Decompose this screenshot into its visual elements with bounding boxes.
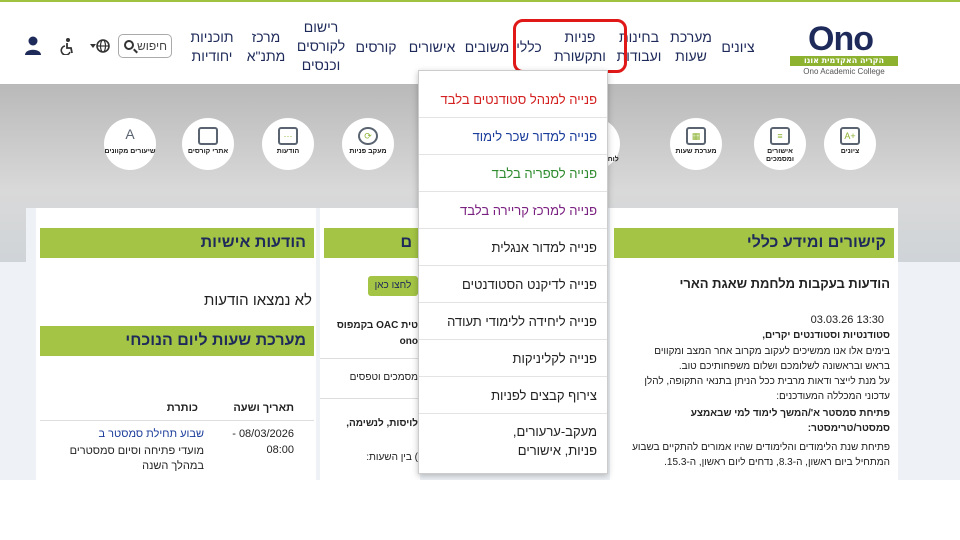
- tile-messages[interactable]: ··· הודעות: [262, 118, 314, 170]
- messages-icon: ···: [278, 127, 298, 145]
- grades-icon: A+: [840, 127, 860, 145]
- nav-grades[interactable]: ציונים: [718, 38, 758, 57]
- screenshot: Ono הקריה האקדמית אונו Ono Academic Coll…: [0, 0, 960, 480]
- tile-course-sites[interactable]: אתרי קורסים: [182, 118, 234, 170]
- logo-wordmark: Ono: [808, 20, 874, 58]
- no-messages-text: לא נמצאו הודעות: [203, 292, 312, 309]
- menu-item-label: צירוף קבצים לפניות: [491, 388, 597, 403]
- menu-item-label: פנייה ליחידה ללימודי תעודה: [447, 314, 597, 329]
- tile-schedule[interactable]: ▦ מערכת שעות: [670, 118, 722, 170]
- menu-item-label: מעקב-ערעורים, פניות, אישורים: [512, 424, 597, 458]
- menu-item-clinics[interactable]: פנייה לקליניקות: [419, 340, 607, 377]
- tile-label: הודעות: [276, 148, 300, 155]
- tile-online-lessons[interactable]: A שיעורים מקוונים: [104, 118, 156, 170]
- menu-item-english[interactable]: פנייה למדור אנגלית: [419, 229, 607, 266]
- schedule-item-desc: מועדי פתיחה וסיום סמסטרים במהלך השנה: [69, 445, 204, 472]
- globe-icon[interactable]: [88, 38, 110, 54]
- logo-hebrew: הקריה האקדמית אונו: [790, 56, 898, 66]
- logo-english: Ono Academic College: [803, 67, 885, 76]
- links-body-1: בימים אלו אנו ממשיכים לעקוב מקרוב אחר המ…: [654, 346, 890, 357]
- search-placeholder: חיפוש: [137, 39, 167, 53]
- search-box[interactable]: חיפוש: [118, 34, 172, 58]
- nav-approvals[interactable]: אישורים: [404, 38, 460, 57]
- menu-item-label: פנייה לדיקנט הסטודנטים: [462, 277, 597, 292]
- folder-icon: [198, 127, 218, 145]
- menu-item-attach-files[interactable]: צירוף קבצים לפניות: [419, 377, 607, 414]
- nav-courses[interactable]: קורסים: [350, 38, 402, 57]
- menu-item-label: פנייה לקליניקות: [512, 351, 598, 366]
- divider: [40, 420, 314, 421]
- links-title: קישורים ומידע כללי: [614, 228, 894, 258]
- menu-item-label: פנייה למדור שכר לימוד: [472, 129, 597, 144]
- calendar-icon: ▦: [686, 127, 706, 145]
- schedule-title: מערכת שעות ליום הנוכחי: [40, 326, 314, 356]
- divider: [320, 358, 420, 359]
- tracking-icon: ⟳: [358, 127, 378, 145]
- tile-label: אישורים ומסמכים: [766, 148, 794, 163]
- menu-item-career[interactable]: פנייה למרכז קריירה בלבד: [419, 192, 607, 229]
- divider: [320, 398, 420, 399]
- menu-item-tuition[interactable]: פנייה למדור שכר לימוד: [419, 118, 607, 155]
- menu-item-label: פנייה לספריה בלבד: [491, 166, 597, 181]
- menu-item-label: פנייה למדור אנגלית: [491, 240, 597, 255]
- ono-logo[interactable]: Ono הקריה האקדמית אונו Ono Academic Coll…: [790, 22, 898, 76]
- tile-label: מערכת שעות: [675, 148, 717, 155]
- tile-documents[interactable]: ≡ אישורים ומסמכים: [754, 118, 806, 170]
- accessibility-icon[interactable]: [58, 37, 76, 56]
- nav-matna-center[interactable]: מרכז מתנ"א: [240, 28, 292, 66]
- middle-line-5: ) בין השעות:: [366, 452, 418, 463]
- menu-item-certificate[interactable]: פנייה ליחידה ללימודי תעודה: [419, 303, 607, 340]
- links-body-3: על מנת לייצר ודאות מרבית ככל הניתן בתנאי…: [644, 376, 890, 387]
- documents-icon: ≡: [770, 127, 790, 145]
- links-timestamp: 13:30 03.03.26: [810, 314, 884, 326]
- links-body-2: בראש ובראשונה לשלומכם ושלום משפחותיכם טו…: [678, 361, 890, 372]
- nav-schedule[interactable]: מערכת שעות: [666, 28, 716, 66]
- nav-special-programs[interactable]: תוכניות יחודיות: [186, 28, 238, 66]
- menu-item-library[interactable]: פנייה לספריה בלבד: [419, 155, 607, 192]
- online-lessons-icon: A: [125, 126, 135, 142]
- requests-dropdown-menu: פנייה למנהל סטודנטים בלבד פנייה למדור שכ…: [418, 70, 608, 474]
- tile-label: ציונים: [840, 148, 860, 155]
- schedule-item-link[interactable]: שבוע תחילת סמסטר ב: [99, 428, 204, 440]
- click-here-button[interactable]: לחצו כאן: [368, 276, 418, 296]
- links-body-5: פתיחת שנת הלימודים והלימודים שהיו אמורים…: [632, 442, 890, 468]
- menu-item-label: פנייה למרכז קריירה בלבד: [460, 203, 597, 218]
- col-date: תאריך ושעה: [233, 402, 294, 414]
- nav-feedback[interactable]: משובים: [462, 38, 512, 57]
- middle-line-3[interactable]: מסמכים וטפסים: [350, 372, 418, 383]
- schedule-item-date: 08/03/2026 -: [232, 428, 294, 440]
- schedule-item-time: 08:00: [266, 444, 294, 456]
- personal-title: הודעות אישיות: [40, 228, 314, 258]
- col-title: כותרת: [166, 402, 198, 414]
- nav-registration[interactable]: רישום לקורסים וכנסים: [294, 18, 348, 75]
- middle-line-1: טית OAC בקמפוס: [336, 320, 418, 331]
- links-greeting: סטודנטיות וסטודנטים יקרים,: [762, 330, 890, 341]
- middle-title: ם: [324, 228, 420, 258]
- user-icon[interactable]: [24, 36, 42, 56]
- search-icon: [124, 40, 134, 50]
- tile-label: שיעורים מקוונים: [104, 148, 156, 155]
- menu-item-tracking[interactable]: מעקב-ערעורים, פניות, אישורים: [419, 414, 607, 472]
- links-panel: קישורים ומידע כללי הודעות בעקבות מלחמת ש…: [610, 208, 898, 480]
- highlight-box: [513, 19, 627, 73]
- links-body-4: עדכוני המכללה המעודכנים:: [776, 391, 890, 402]
- tile-request-tracking[interactable]: ⟳ מעקב פניות: [342, 118, 394, 170]
- links-subtitle[interactable]: הודעות בעקבות מלחמת שאגת הארי: [679, 276, 890, 291]
- middle-line-4: לויסות, לנשימה,: [346, 418, 418, 429]
- middle-line-2: ono: [399, 336, 418, 347]
- personal-panel: הודעות אישיות לא נמצאו הודעות מערכת שעות…: [36, 208, 316, 480]
- menu-item-student-admin[interactable]: פנייה למנהל סטודנטים בלבד: [419, 81, 607, 118]
- tile-label: אתרי קורסים: [187, 148, 229, 155]
- tile-label: מעקב פניות: [349, 148, 387, 155]
- menu-item-dean[interactable]: פנייה לדיקנט הסטודנטים: [419, 266, 607, 303]
- tile-grades[interactable]: A+ ציונים: [824, 118, 876, 170]
- middle-panel: ם לחצו כאן טית OAC בקמפוס ono מסמכים וטפ…: [320, 208, 420, 480]
- links-bold-line: פתיחת סמסטר א'/המשך לימוד למי שבאמצע סמס…: [690, 408, 890, 434]
- menu-item-label: פנייה למנהל סטודנטים בלבד: [440, 92, 598, 107]
